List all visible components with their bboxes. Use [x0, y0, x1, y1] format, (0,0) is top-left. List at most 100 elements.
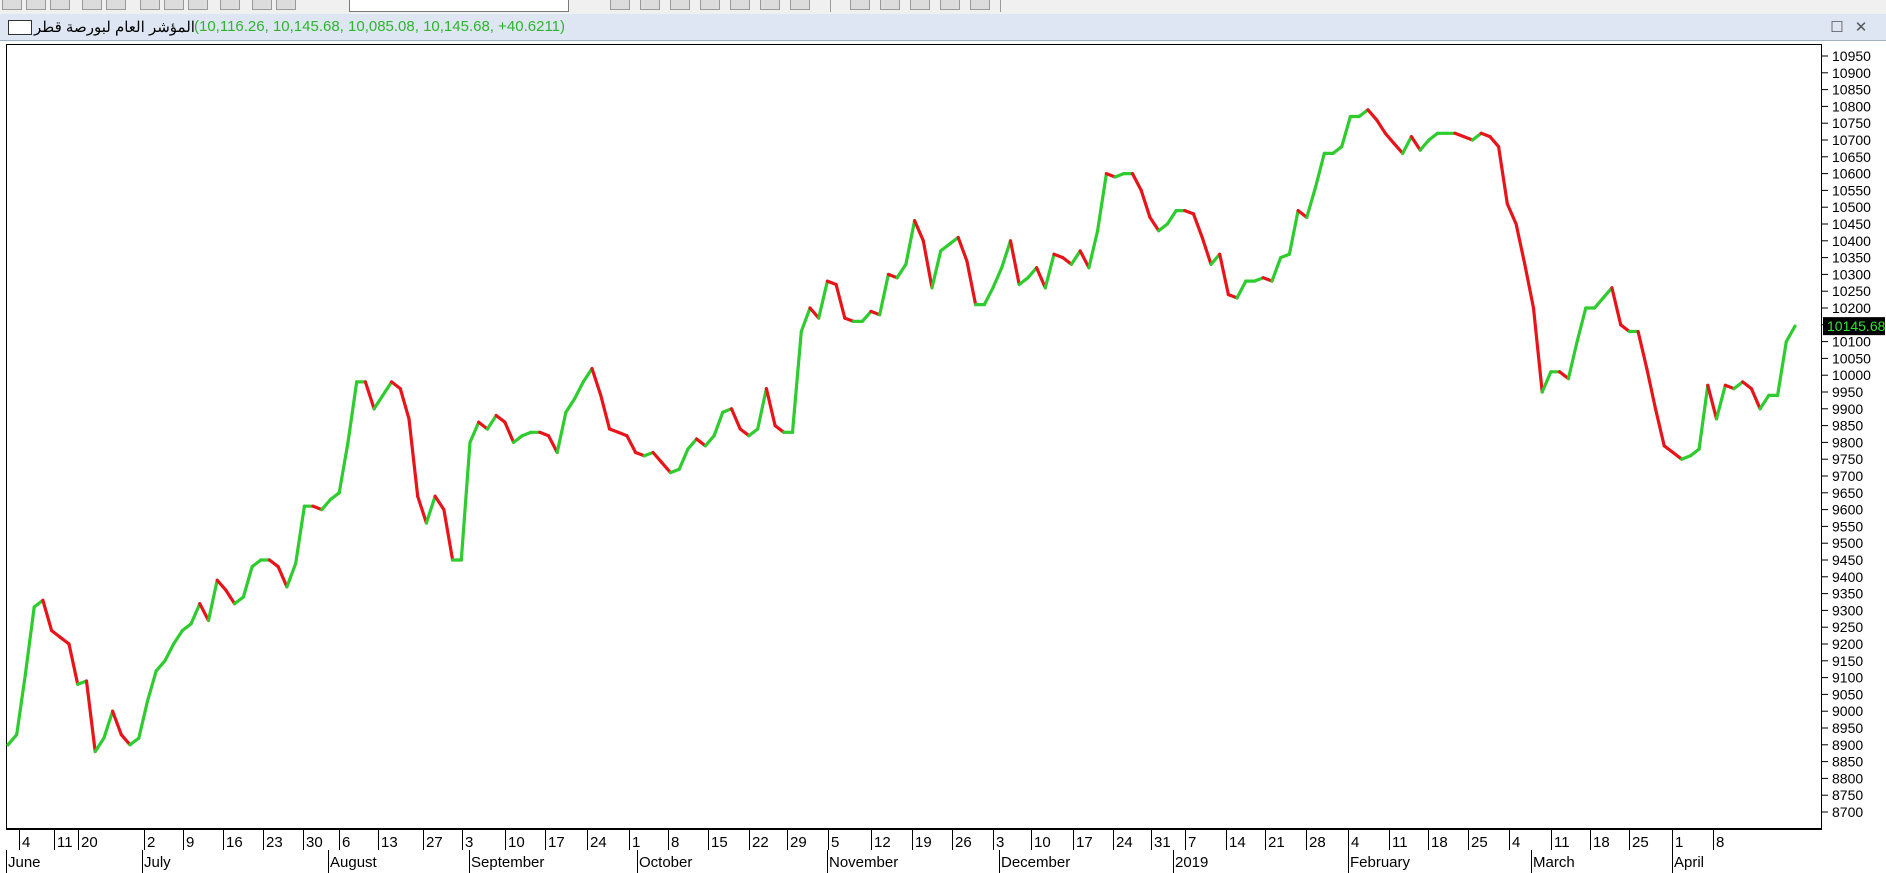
price-segment — [703, 434, 716, 448]
price-segment — [433, 494, 446, 512]
x-tick-mark — [1185, 830, 1186, 850]
y-tick-label: 9800 — [1832, 434, 1863, 450]
price-segment — [328, 491, 341, 502]
x-tick-label: 11 — [1392, 834, 1408, 851]
x-tick-label: 30 — [306, 834, 323, 851]
price-segment — [1069, 249, 1082, 266]
price-segment — [590, 366, 603, 397]
price-segment — [651, 450, 664, 465]
x-tick-mark — [871, 830, 872, 850]
x-tick-mark — [1113, 830, 1114, 850]
price-segment — [599, 393, 612, 431]
price-segment — [6, 733, 19, 747]
x-tick-mark — [263, 830, 264, 850]
price-segment — [390, 380, 402, 391]
x-tick-mark — [78, 830, 79, 850]
y-tick-label: 8750 — [1832, 787, 1863, 803]
x-tick-mark — [668, 830, 669, 850]
x-tick-mark — [339, 830, 340, 850]
price-segment — [1653, 407, 1666, 448]
price-segment — [1427, 131, 1440, 142]
x-tick-mark — [1151, 830, 1152, 850]
x-tick-label: 11 — [57, 834, 73, 851]
price-segment — [224, 588, 237, 606]
x-tick-mark — [303, 830, 304, 850]
price-segment — [930, 249, 943, 290]
x-month-label: December — [1001, 854, 1071, 871]
price-segment — [110, 709, 123, 737]
price-segment — [58, 635, 71, 646]
price-segment — [407, 417, 420, 498]
price-segment — [764, 387, 777, 428]
x-axis: 4 11 20 2 9 16 23 30 6 13 27 3 10 17 24 1 8 15 22 29 5 12 19 26… — [6, 829, 1822, 873]
price-segment — [206, 578, 219, 623]
x-tick-mark — [1590, 830, 1591, 850]
price-segment — [1505, 202, 1518, 226]
y-tick-label: 9600 — [1832, 502, 1863, 518]
price-segment — [1095, 172, 1109, 233]
price-segment — [276, 565, 289, 589]
price-segment — [1688, 447, 1701, 458]
price-segment — [23, 605, 36, 676]
y-tick-label: 10400 — [1832, 233, 1871, 249]
x-tick-label: 4 — [1512, 834, 1521, 851]
price-segment — [1000, 239, 1013, 270]
price-segment — [15, 672, 27, 737]
price-segment — [1130, 172, 1143, 192]
price-segment — [1235, 279, 1248, 300]
x-tick-mark — [1428, 830, 1429, 850]
y-tick-label: 9850 — [1832, 418, 1863, 434]
price-segment — [250, 558, 263, 569]
x-month-separator — [1348, 850, 1349, 873]
price-segment — [660, 461, 673, 475]
x-tick-mark — [587, 830, 588, 850]
price-segment — [346, 380, 359, 444]
price-segment — [1148, 215, 1161, 233]
price-segment — [1409, 135, 1422, 152]
price-segment — [1749, 387, 1762, 411]
y-tick-label: 10850 — [1832, 82, 1871, 98]
price-segment — [834, 282, 847, 320]
price-segment — [285, 561, 298, 589]
x-month-label: July — [144, 854, 171, 871]
price-segment — [1383, 131, 1396, 145]
y-tick-label: 9350 — [1832, 586, 1863, 602]
price-segment — [817, 279, 830, 320]
x-tick-mark — [708, 830, 709, 850]
price-segment — [1496, 145, 1509, 206]
price-segment — [694, 437, 708, 448]
price-segment — [1636, 329, 1649, 371]
price-segment — [1078, 249, 1091, 270]
y-tick-label: 8850 — [1832, 754, 1863, 770]
x-month-separator — [1672, 850, 1673, 873]
y-tick-label: 9550 — [1832, 518, 1863, 534]
price-segment — [241, 565, 254, 599]
price-segment — [67, 642, 80, 686]
price-segment — [808, 306, 821, 320]
price-segment — [468, 420, 481, 444]
y-tick-label: 10050 — [1832, 350, 1871, 366]
y-tick-label: 9950 — [1832, 384, 1863, 400]
price-segment — [1540, 370, 1553, 394]
price-chart: 1095010900108501080010750107001065010600… — [6, 48, 1886, 820]
price-segment — [320, 497, 333, 512]
price-segment — [102, 709, 115, 740]
price-segment — [1784, 324, 1797, 344]
x-tick-label: 8 — [1716, 834, 1725, 851]
y-tick-label: 9000 — [1832, 703, 1863, 719]
x-tick-mark — [1672, 830, 1673, 850]
price-segment — [1270, 256, 1283, 283]
x-tick-mark — [183, 830, 184, 850]
price-segment — [189, 602, 202, 626]
price-segment — [93, 736, 106, 754]
price-segment — [1671, 450, 1684, 461]
price-segment — [198, 602, 211, 623]
x-month-separator — [1173, 850, 1174, 873]
y-tick-label: 10200 — [1832, 300, 1871, 316]
x-tick-mark — [545, 830, 546, 850]
x-tick-mark — [462, 830, 463, 850]
price-segment — [1287, 209, 1300, 256]
x-tick-mark — [1031, 830, 1032, 850]
y-tick-label: 9450 — [1832, 552, 1863, 568]
y-tick-label: 10650 — [1832, 149, 1871, 165]
